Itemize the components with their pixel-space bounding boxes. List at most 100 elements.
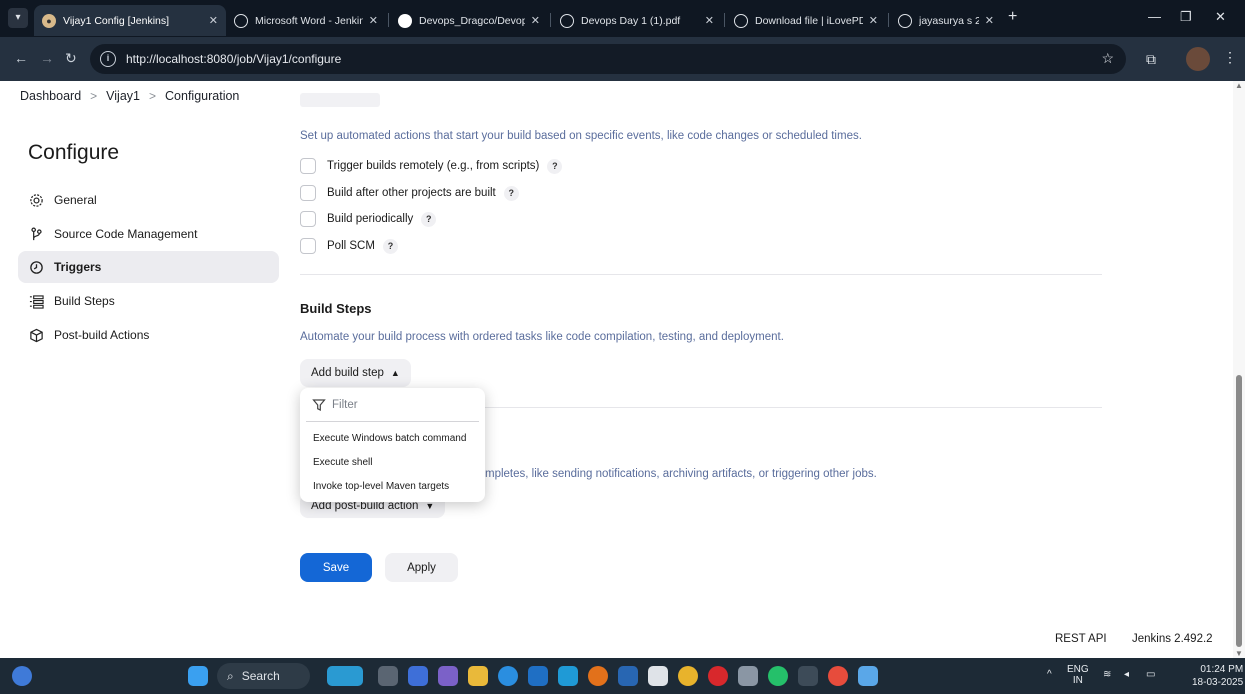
tab-title: jayasurya s 24mcr041 dev [919,14,979,27]
sidebar-item-general[interactable]: General [18,184,279,216]
trigger-option-after-other-projects[interactable]: Build after other projects are built ? [300,185,519,201]
tab-title: Microsoft Word - Jenkins- [255,14,363,27]
sidebar-item-post-build-actions[interactable]: Post-build Actions [18,319,279,351]
photos-icon[interactable] [858,666,878,686]
site-info-icon[interactable]: i [100,51,116,67]
scroll-down-arrow-icon[interactable]: ▼ [1235,649,1243,658]
add-build-step-button[interactable]: Add build step ▲ [300,359,411,387]
firefox-icon[interactable] [588,666,608,686]
menu-item-maven-targets[interactable]: Invoke top-level Maven targets [313,481,449,492]
new-tab-button[interactable]: + [1008,8,1017,26]
checkbox[interactable] [300,238,316,254]
help-icon[interactable]: ? [547,158,563,174]
task-view-icon[interactable] [378,666,398,686]
help-icon[interactable]: ? [421,211,437,227]
taskbar-search-label: Search [241,669,280,683]
close-tab-icon[interactable]: ✕ [531,14,540,27]
tab-title: Devops Day 1 (1).pdf [581,14,681,27]
trigger-option-poll-scm[interactable]: Poll SCM ? [300,238,398,254]
tray-chevron-up-icon[interactable]: ^ [1047,669,1052,680]
chrome-profile-icon[interactable] [828,666,848,686]
copilot-icon[interactable] [327,666,363,686]
page-scrollbar[interactable]: ▲ ▼ [1233,81,1245,658]
widgets-icon[interactable] [12,666,32,686]
sidebar-item-label: Post-build Actions [54,328,150,342]
rest-api-link[interactable]: REST API [1055,633,1107,645]
minimize-icon[interactable]: — [1148,9,1161,24]
forward-icon[interactable]: → [40,50,54,66]
wifi-icon[interactable]: ≋ [1103,669,1111,680]
battery-icon[interactable]: ▭ [1146,669,1155,680]
apply-button[interactable]: Apply [385,553,458,582]
mail-icon[interactable] [558,666,578,686]
scroll-up-arrow-icon[interactable]: ▲ [1235,81,1243,90]
sidebar-item-build-steps[interactable]: Build Steps [18,285,279,317]
restore-icon[interactable]: ❐ [1180,9,1192,25]
close-tab-icon[interactable]: ✕ [705,14,714,27]
close-tab-icon[interactable]: ✕ [869,14,878,27]
close-tab-icon[interactable]: ✕ [985,14,994,27]
tab-divider [724,13,725,27]
volume-icon[interactable]: ◂ [1124,669,1129,680]
url-field[interactable]: i http://localhost:8080/job/Vijay1/confi… [90,44,1126,74]
menu-item-windows-batch[interactable]: Execute Windows batch command [313,433,466,444]
terminal-icon[interactable] [798,666,818,686]
menu-item-execute-shell[interactable]: Execute shell [313,457,372,468]
file-explorer-icon[interactable] [468,666,488,686]
extensions-icon[interactable]: ⧉ [1146,51,1156,68]
notepad-icon[interactable] [648,666,668,686]
whatsapp-icon[interactable] [768,666,788,686]
build-steps-description: Automate your build process with ordered… [300,331,784,343]
app-icon[interactable] [408,666,428,686]
jenkins-version-link[interactable]: Jenkins 2.492.2 [1132,633,1213,645]
profile-avatar[interactable] [1186,47,1210,71]
close-window-icon[interactable]: ✕ [1215,9,1226,25]
tab-search-menu-icon[interactable]: ▾ [8,8,28,28]
github-icon [398,13,412,28]
globe-icon [898,13,912,28]
scroll-thumb[interactable] [1236,375,1242,647]
save-button[interactable]: Save [300,553,372,582]
close-tab-icon[interactable]: ✕ [209,14,218,27]
tab-word-doc[interactable]: Microsoft Word - Jenkins- ✕ [226,5,386,36]
start-icon[interactable] [188,666,208,686]
help-icon[interactable]: ? [503,185,519,201]
edge-icon[interactable] [498,666,518,686]
clock-time: 01:24 PM [1200,664,1244,675]
breadcrumb-dashboard[interactable]: Dashboard [20,89,81,103]
settings-icon[interactable] [738,666,758,686]
back-icon[interactable]: ← [14,50,28,66]
checkbox-label: Build periodically [327,213,414,225]
bookmark-star-icon[interactable]: ☆ [1101,50,1114,67]
linkedin-icon[interactable] [618,666,638,686]
jenkins-favicon-icon: ● [42,13,56,28]
trigger-option-remote[interactable]: Trigger builds remotely (e.g., from scri… [300,158,563,174]
sidebar-item-source-code-management[interactable]: Source Code Management [18,218,279,250]
tab-jenkins-config[interactable]: ● Vijay1 Config [Jenkins] ✕ [34,5,226,36]
checkbox[interactable] [300,185,316,201]
checkbox[interactable] [300,158,316,174]
language-indicator[interactable]: ENG IN [1067,664,1089,686]
chrome-icon[interactable] [678,666,698,686]
breadcrumb-job[interactable]: Vijay1 [106,89,140,103]
filter-input[interactable]: Filter [312,398,358,412]
checkbox[interactable] [300,211,316,227]
checkbox-label: Build after other projects are built [327,187,496,199]
tab-ilovepdf[interactable]: Download file | iLovePDF ✕ [726,5,886,36]
breadcrumb-configuration[interactable]: Configuration [165,89,239,103]
help-icon[interactable]: ? [382,238,398,254]
url-text[interactable]: http://localhost:8080/job/Vijay1/configu… [126,52,341,66]
system-clock[interactable]: 01:24 PM 18-03-2025 [1192,663,1243,689]
sidebar-item-triggers[interactable]: Triggers [18,251,279,283]
reload-icon[interactable]: ↻ [65,50,77,67]
tab-github[interactable]: Devops_Dragco/Devops D ✕ [390,5,548,36]
teams-icon[interactable] [438,666,458,686]
store-icon[interactable] [528,666,548,686]
taskbar-search[interactable]: ⌕ Search [217,663,310,689]
opera-icon[interactable] [708,666,728,686]
tab-pdf[interactable]: Devops Day 1 (1).pdf ✕ [552,5,722,36]
close-tab-icon[interactable]: ✕ [369,14,378,27]
tab-jayasurya[interactable]: jayasurya s 24mcr041 dev ✕ [890,5,1002,36]
trigger-option-periodically[interactable]: Build periodically ? [300,211,437,227]
browser-menu-icon[interactable]: ⋮ [1223,49,1237,66]
